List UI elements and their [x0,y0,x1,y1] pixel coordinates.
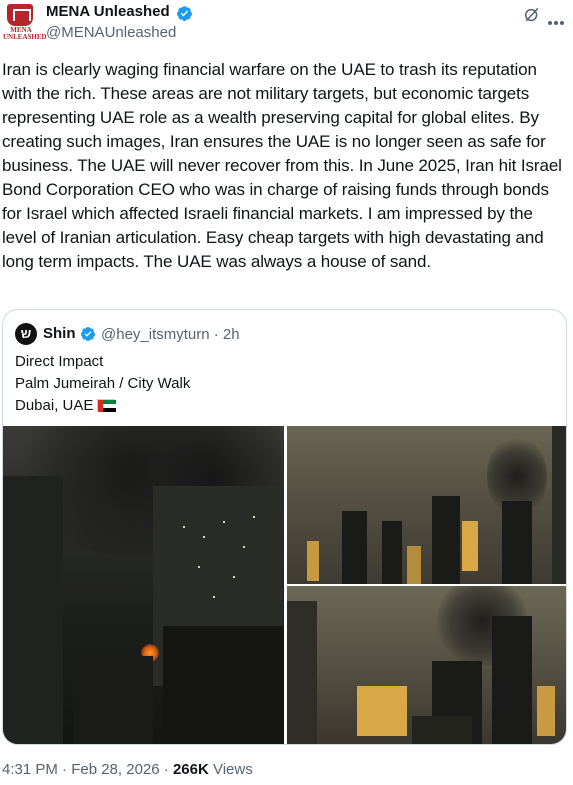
quote-line: Palm Jumeirah / City Walk [15,375,191,392]
timestamp[interactable]: 4:31 PM · Feb 28, 2026 · [2,761,173,778]
quote-line: Dubai, UAE [15,397,94,414]
tweet-header: MENA UNLEASHED MENA Unleashed @MENAUnlea… [0,0,573,50]
author-display-name[interactable]: MENA Unleashed [46,3,170,20]
tweet-text: Iran is clearly waging financial warfare… [2,60,562,271]
verified-badge-icon [177,6,192,21]
avatar-logo-text: MENA UNLEASHED [3,26,47,41]
quote-line-flag-row: Dubai, UAE [15,395,190,417]
mena-logo-icon [7,4,33,26]
quote-text: Direct Impact Palm Jumeirah / City Walk … [15,351,190,417]
quoted-tweet[interactable]: ש Shin @hey_itsmyturn · 2h Direct Impact… [2,309,567,745]
quote-display-name[interactable]: Shin [43,325,76,342]
verified-badge-icon [80,327,95,341]
photo-bottom-right[interactable] [287,586,566,744]
quote-handle-time[interactable]: @hey_itsmyturn · 2h [101,326,240,343]
views-label: Views [208,761,253,778]
media-grid [3,426,566,744]
photo-left[interactable] [3,426,284,744]
avatar[interactable]: MENA UNLEASHED [3,3,47,41]
uae-flag-icon [97,399,117,412]
quote-line: Direct Impact [15,353,104,370]
tweet-footer: 4:31 PM · Feb 28, 2026 · 266K Views [2,761,253,778]
author-handle[interactable]: @MENAUnleashed [46,24,176,41]
quote-avatar[interactable]: ש [15,323,37,345]
more-options-icon[interactable] [548,12,568,25]
photo-top-right[interactable] [287,426,566,584]
grok-icon[interactable] [522,5,542,25]
views-count: 266K [172,761,209,778]
